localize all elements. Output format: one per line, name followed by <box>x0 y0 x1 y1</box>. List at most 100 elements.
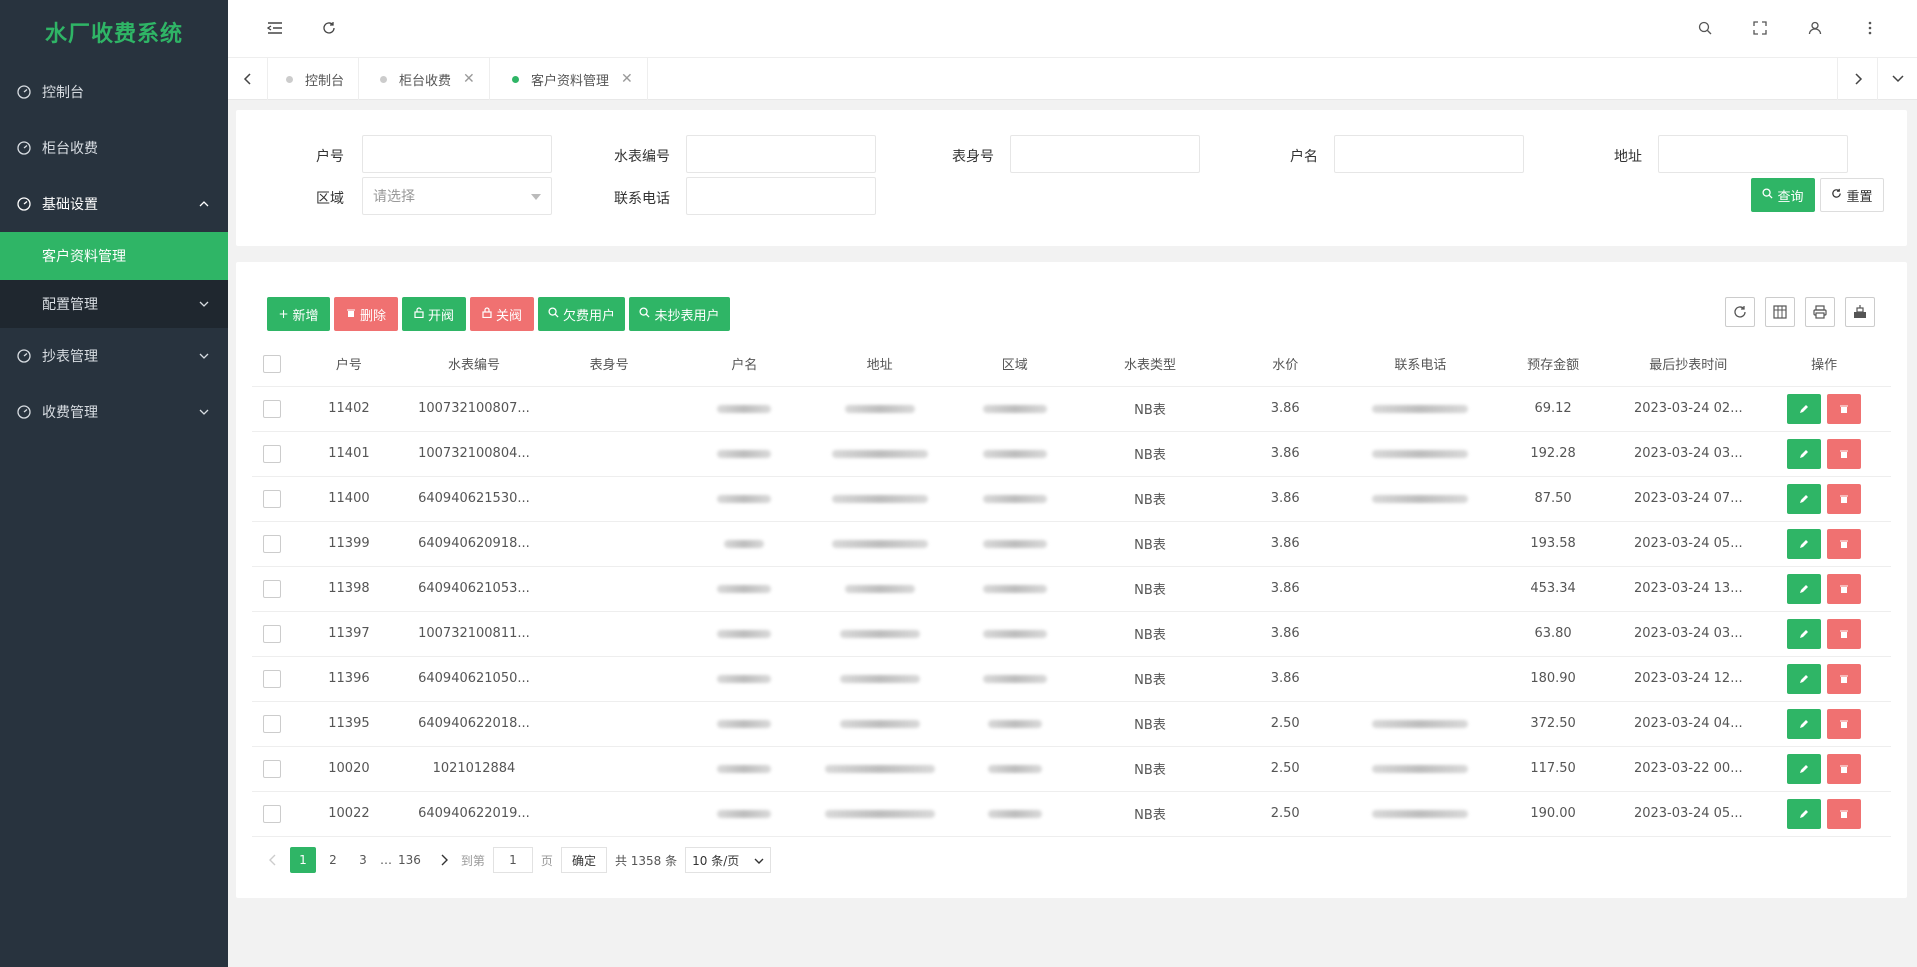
close-icon[interactable]: ✕ <box>463 71 475 87</box>
row-checkbox[interactable] <box>263 624 282 643</box>
column-header[interactable]: 联系电话 <box>1354 342 1487 387</box>
edit-icon[interactable] <box>1787 573 1822 604</box>
query-button[interactable]: 查询 <box>1751 178 1815 212</box>
user-icon[interactable] <box>1804 17 1826 39</box>
delete-row-icon[interactable] <box>1827 798 1862 829</box>
tab-customer-management[interactable]: 客户资料管理 ✕ <box>494 58 648 100</box>
column-header[interactable]: 表身号 <box>542 342 676 387</box>
delete-row-icon[interactable] <box>1827 753 1862 784</box>
tab-dropdown-chevron-down-icon[interactable] <box>1877 58 1917 100</box>
row-checkbox[interactable] <box>263 669 282 688</box>
delete-row-icon[interactable] <box>1827 708 1862 739</box>
arrears-users-button[interactable]: 欠费用户 <box>538 297 625 331</box>
column-header[interactable]: 地址 <box>813 342 946 387</box>
reset-button[interactable]: 重置 <box>1820 178 1884 212</box>
edit-icon[interactable] <box>1787 483 1822 514</box>
page-number[interactable]: 136 <box>392 847 427 873</box>
table-row[interactable]: 11401 100732100804... NB表 3.86 192.28 20… <box>252 431 1891 477</box>
name-input[interactable] <box>1334 135 1524 173</box>
edit-icon[interactable] <box>1787 528 1822 559</box>
delete-row-icon[interactable] <box>1827 438 1862 469</box>
sidebar-item-counter-charge[interactable]: 柜台收费 <box>0 120 228 176</box>
table-row[interactable]: 10020 1021012884 NB表 2.50 117.50 2023-03… <box>252 746 1891 792</box>
tab-counter-charge[interactable]: 柜台收费 ✕ <box>362 58 490 100</box>
tab-console[interactable]: 控制台 <box>268 58 360 100</box>
table-row[interactable]: 11397 100732100811... NB表 3.86 63.80 202… <box>252 611 1891 657</box>
address-input[interactable] <box>1658 135 1848 173</box>
edit-icon[interactable] <box>1787 753 1822 784</box>
phone-input[interactable] <box>686 177 876 215</box>
close-icon[interactable]: ✕ <box>621 71 633 87</box>
table-row[interactable]: 11399 640940620918... NB表 3.86 193.58 20… <box>252 521 1891 567</box>
refresh-icon[interactable] <box>318 17 340 39</box>
sidebar-item-charge-management[interactable]: 收费管理 <box>0 384 228 440</box>
menu-toggle-icon[interactable] <box>264 17 286 39</box>
open-valve-button[interactable]: 开阀 <box>402 297 466 331</box>
more-vertical-icon[interactable] <box>1859 17 1881 39</box>
page-number[interactable]: 3 <box>350 847 376 873</box>
row-checkbox[interactable] <box>263 579 282 598</box>
edit-icon[interactable] <box>1787 663 1822 694</box>
table-row[interactable]: 11398 640940621053... NB表 3.86 453.34 20… <box>252 566 1891 612</box>
select-all-checkbox[interactable] <box>263 354 282 373</box>
column-header[interactable]: 预存金额 <box>1486 342 1620 387</box>
table-row[interactable]: 11396 640940621050... NB表 3.86 180.90 20… <box>252 656 1891 702</box>
row-checkbox[interactable] <box>263 399 282 418</box>
row-checkbox[interactable] <box>263 714 282 733</box>
edit-icon[interactable] <box>1787 618 1822 649</box>
table-row[interactable]: 10022 640940622019... NB表 2.50 190.00 20… <box>252 791 1891 837</box>
column-filter-icon[interactable] <box>1765 297 1795 327</box>
edit-icon[interactable] <box>1787 393 1822 424</box>
table-row[interactable]: 11395 640940622018... NB表 2.50 372.50 20… <box>252 701 1891 747</box>
next-page-icon[interactable] <box>431 847 457 873</box>
sidebar-item-config-management[interactable]: 配置管理 <box>0 280 228 328</box>
sidebar-item-meter-reading[interactable]: 抄表管理 <box>0 328 228 384</box>
add-button[interactable]: + 新增 <box>267 297 330 331</box>
close-valve-button[interactable]: 关阀 <box>470 297 534 331</box>
page-number[interactable]: 1 <box>290 847 316 873</box>
page-size-select[interactable]: 10 条/页 <box>685 847 772 873</box>
meter-no-input[interactable] <box>686 135 876 173</box>
column-header[interactable]: 户名 <box>675 342 814 387</box>
print-icon[interactable] <box>1805 297 1835 327</box>
delete-row-icon[interactable] <box>1827 573 1862 604</box>
table-row[interactable]: 11400 640940621530... NB表 3.86 87.50 202… <box>252 476 1891 522</box>
delete-row-icon[interactable] <box>1827 483 1862 514</box>
body-no-input[interactable] <box>1010 135 1200 173</box>
edit-icon[interactable] <box>1787 708 1822 739</box>
delete-row-icon[interactable] <box>1827 528 1862 559</box>
fullscreen-icon[interactable] <box>1749 17 1771 39</box>
column-header[interactable]: 水表类型 <box>1083 342 1217 387</box>
sidebar-item-customer-management[interactable]: 客户资料管理 <box>0 232 228 280</box>
tab-scroll-right-icon[interactable] <box>1837 58 1877 100</box>
goto-confirm-button[interactable]: 确定 <box>560 847 607 873</box>
table-row[interactable]: 11402 100732100807... NB表 3.86 69.12 202… <box>252 386 1891 432</box>
column-header[interactable]: 区域 <box>945 342 1084 387</box>
column-header[interactable]: 水价 <box>1216 342 1355 387</box>
delete-row-icon[interactable] <box>1827 663 1862 694</box>
row-checkbox[interactable] <box>263 534 282 553</box>
table-refresh-icon[interactable] <box>1725 297 1755 327</box>
tab-scroll-left-icon[interactable] <box>228 58 268 100</box>
sidebar-item-console[interactable]: 控制台 <box>0 64 228 120</box>
column-header[interactable]: 最后抄表时间 <box>1619 342 1758 387</box>
row-checkbox[interactable] <box>263 444 282 463</box>
goto-page-input[interactable]: 1 <box>492 847 533 873</box>
row-checkbox[interactable] <box>263 489 282 508</box>
delete-row-icon[interactable] <box>1827 618 1862 649</box>
column-header[interactable]: 户号 <box>292 342 406 387</box>
sidebar-item-basic-settings[interactable]: 基础设置 <box>0 176 228 232</box>
column-header[interactable]: 水表编号 <box>405 342 543 387</box>
export-icon[interactable] <box>1845 297 1875 327</box>
delete-row-icon[interactable] <box>1827 393 1862 424</box>
row-checkbox[interactable] <box>263 759 282 778</box>
edit-icon[interactable] <box>1787 438 1822 469</box>
prev-page-icon[interactable] <box>260 847 286 873</box>
page-number[interactable]: 2 <box>320 847 346 873</box>
account-input[interactable] <box>362 135 552 173</box>
region-select[interactable]: 请选择 <box>362 177 552 215</box>
row-checkbox[interactable] <box>263 804 282 823</box>
edit-icon[interactable] <box>1787 798 1822 829</box>
unread-users-button[interactable]: 未抄表用户 <box>629 297 730 331</box>
search-icon[interactable] <box>1694 17 1716 39</box>
